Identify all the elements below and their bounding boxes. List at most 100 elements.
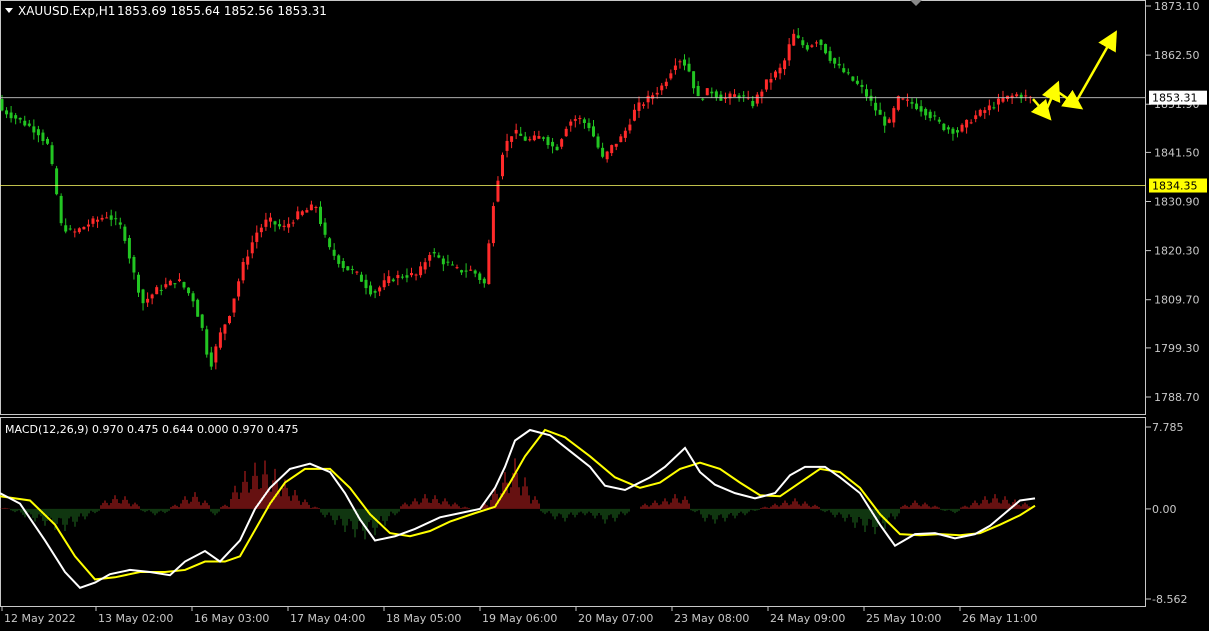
candle-body: [100, 217, 104, 220]
candle-body: [651, 95, 655, 99]
dropdown-triangle-icon[interactable]: [5, 8, 13, 13]
candle-body: [751, 101, 755, 107]
candle-body: [346, 266, 350, 271]
candle-body: [937, 119, 941, 122]
candle-body: [91, 218, 95, 224]
candle-body: [541, 137, 545, 139]
candle-body: [373, 291, 377, 293]
candle-body: [596, 136, 600, 148]
candle-body: [432, 252, 436, 254]
candle-body: [605, 151, 609, 160]
candle-body: [992, 107, 996, 109]
price-tick-label: 1799.30: [1154, 342, 1200, 355]
candle-body: [177, 279, 181, 282]
candle-body: [86, 224, 90, 227]
price-tick-label: 1862.50: [1154, 49, 1200, 62]
candle-body: [296, 211, 300, 220]
macd-group: [0, 428, 1036, 589]
price-chart[interactable]: 1873.101862.501851.901841.501830.901820.…: [0, 0, 1209, 627]
candle-body: [714, 91, 718, 98]
candle-body: [833, 58, 837, 64]
candle-body: [933, 115, 937, 117]
candle-body: [655, 92, 659, 95]
candle-body: [887, 119, 891, 123]
candle-body: [610, 145, 614, 154]
candle-body: [255, 232, 259, 242]
candle-body: [278, 224, 282, 227]
candle-body: [200, 314, 204, 328]
candle-body: [614, 143, 618, 147]
candle-body: [41, 132, 45, 142]
candle-body: [273, 221, 277, 225]
support-price-value: 1834.35: [1152, 180, 1198, 193]
candle-body: [9, 112, 13, 119]
candle-body: [660, 85, 664, 91]
candle-body: [350, 269, 354, 271]
candles-group: [0, 28, 1032, 370]
candle-body: [141, 289, 145, 304]
candle-body: [915, 103, 919, 110]
forecast-arrow: [1054, 88, 1084, 110]
candle-body: [623, 130, 627, 138]
chart-window[interactable]: 1873.10 1862.50 1851.90 1841.50 1830.90 1820.…: [0, 0, 1209, 627]
candle-body: [801, 40, 805, 46]
candle-body: [878, 109, 882, 115]
candle-body: [268, 217, 272, 222]
candle-body: [969, 122, 973, 124]
time-tick-label: 23 May 08:00: [674, 612, 749, 625]
candle-body: [423, 262, 427, 270]
candle-body: [810, 45, 814, 47]
candle-body: [464, 270, 468, 272]
levels-group: [0, 97, 1146, 186]
candle-body: [64, 225, 68, 232]
candle-body: [309, 204, 313, 211]
candle-body: [164, 284, 168, 288]
candle-body: [573, 119, 577, 121]
candle-body: [59, 195, 63, 224]
time-tick-label: 17 May 04:00: [290, 612, 365, 625]
candle-body: [382, 280, 386, 288]
candle-body: [214, 346, 218, 363]
candle-body: [109, 215, 113, 220]
candle-body: [687, 63, 691, 72]
candle-body: [569, 121, 573, 126]
candle-body: [510, 136, 514, 142]
price-tick-label: 1820.30: [1154, 245, 1200, 258]
candle-body: [341, 261, 345, 269]
candle-body: [23, 120, 27, 126]
candle-body: [928, 111, 932, 119]
candle-body: [155, 287, 159, 295]
candle-body: [560, 139, 564, 147]
candle-body: [846, 72, 850, 74]
candle-body: [960, 124, 964, 132]
candle-body: [519, 133, 523, 136]
candle-body: [127, 238, 131, 259]
candle-body: [469, 269, 473, 271]
price-tick-label: 1788.70: [1154, 391, 1200, 404]
candle-body: [223, 324, 227, 334]
candle-body: [851, 76, 855, 81]
candle-body: [36, 129, 40, 136]
candle-body: [27, 123, 31, 126]
candle-body: [696, 85, 700, 97]
candle-body: [396, 275, 400, 279]
price-tick-label: 1873.10: [1154, 0, 1200, 13]
candle-body: [869, 95, 873, 101]
candle-body: [796, 35, 800, 38]
candle-body: [282, 225, 286, 227]
macd-axis: 7.785 0.00 -8.562: [1146, 421, 1187, 606]
candle-body: [105, 217, 109, 219]
time-tick-label: 19 May 06:00: [482, 612, 557, 625]
scroll-marker-icon[interactable]: [910, 0, 922, 6]
candle-body: [764, 79, 768, 90]
candle-body: [874, 102, 878, 111]
candle-body: [487, 243, 491, 285]
candle-body: [678, 61, 682, 63]
candle-body: [410, 273, 413, 276]
time-tick-label: 26 May 11:00: [962, 612, 1037, 625]
macd-tick-label: 7.785: [1152, 421, 1184, 434]
candle-body: [332, 249, 336, 256]
macd-label: MACD(12,26,9) 0.970 0.475 0.644 0.000 0.…: [5, 423, 298, 436]
candle-body: [328, 238, 332, 248]
candle-body: [537, 136, 541, 139]
